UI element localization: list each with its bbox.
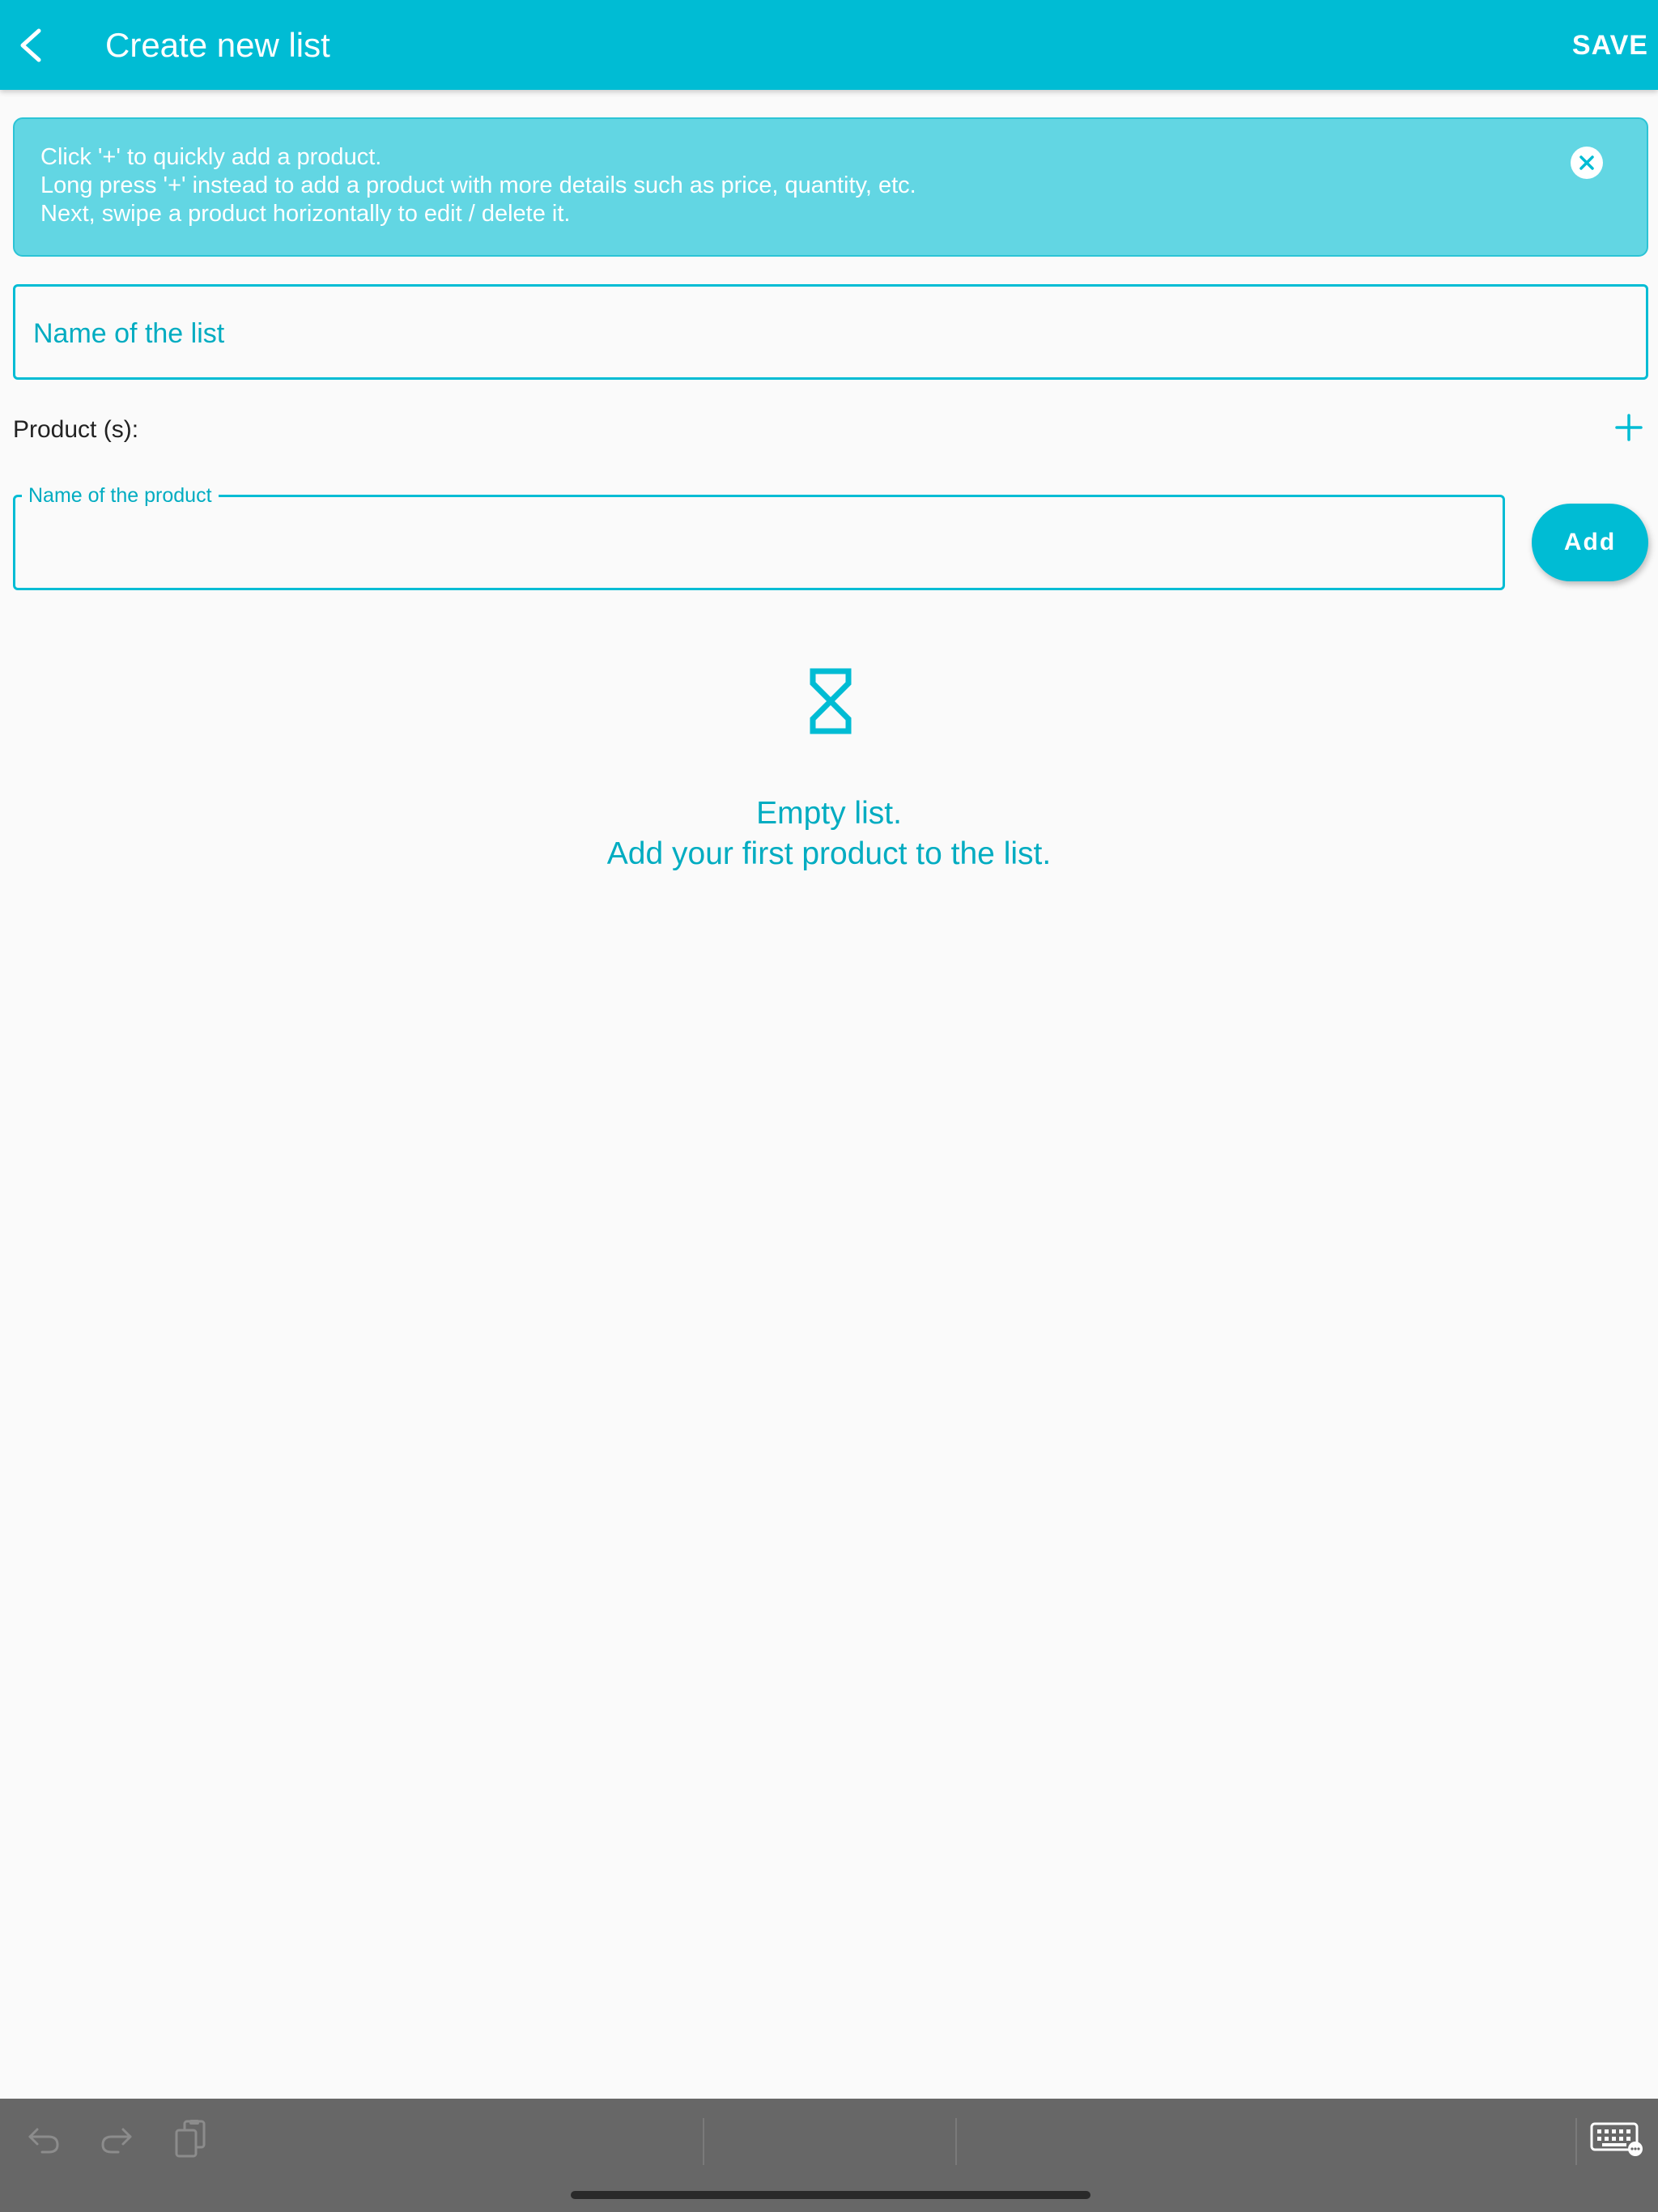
back-button[interactable]: [6, 19, 55, 71]
divider: [703, 2118, 704, 2165]
info-line: Long press '+' instead to add a product …: [40, 172, 916, 198]
add-product-button[interactable]: [1614, 413, 1643, 442]
info-banner: Click '+' to quickly add a product. Long…: [13, 117, 1648, 257]
products-label: Product (s):: [13, 416, 139, 443]
add-button[interactable]: Add: [1532, 504, 1648, 581]
info-line: Click '+' to quickly add a product.: [40, 144, 382, 170]
save-button[interactable]: SAVE: [1572, 23, 1648, 68]
hourglass-icon: [810, 668, 852, 734]
redo-icon: [101, 2128, 132, 2154]
empty-state-title: Empty list.: [756, 796, 902, 831]
info-text: Click '+' to quickly add a product. Long…: [40, 143, 1562, 228]
app-bar: Create new list SAVE: [0, 0, 1658, 90]
list-name-field: [13, 284, 1648, 380]
keyboard-dismiss-button[interactable]: [1588, 2115, 1645, 2163]
redo-button[interactable]: [92, 2115, 141, 2163]
product-name-field: Name of the product: [13, 483, 1505, 590]
product-name-input[interactable]: [33, 525, 1482, 565]
empty-state-message: Empty list. Add your first product to th…: [0, 793, 1658, 874]
empty-state-subtitle: Add your first product to the list.: [606, 836, 1052, 871]
divider: [955, 2118, 957, 2165]
info-line: Next, swipe a product horizontally to ed…: [40, 201, 571, 227]
close-circle-icon: [1571, 147, 1603, 179]
plus-icon: [1615, 414, 1643, 441]
paste-icon: [175, 2120, 206, 2158]
list-name-input[interactable]: [33, 311, 1620, 356]
product-name-label: Name of the product: [22, 483, 219, 508]
divider: [1575, 2118, 1577, 2165]
undo-icon: [28, 2128, 59, 2154]
create-list-screen: Create new list SAVE Click '+' to quickl…: [0, 0, 1658, 2212]
chevron-left-icon: [20, 28, 41, 62]
paste-button[interactable]: [167, 2115, 215, 2163]
keyboard-icon: [1590, 2122, 1643, 2156]
banner-close-button[interactable]: [1570, 146, 1604, 180]
home-indicator: [571, 2191, 1090, 2199]
undo-button[interactable]: [19, 2115, 68, 2163]
page-title: Create new list: [105, 26, 330, 64]
